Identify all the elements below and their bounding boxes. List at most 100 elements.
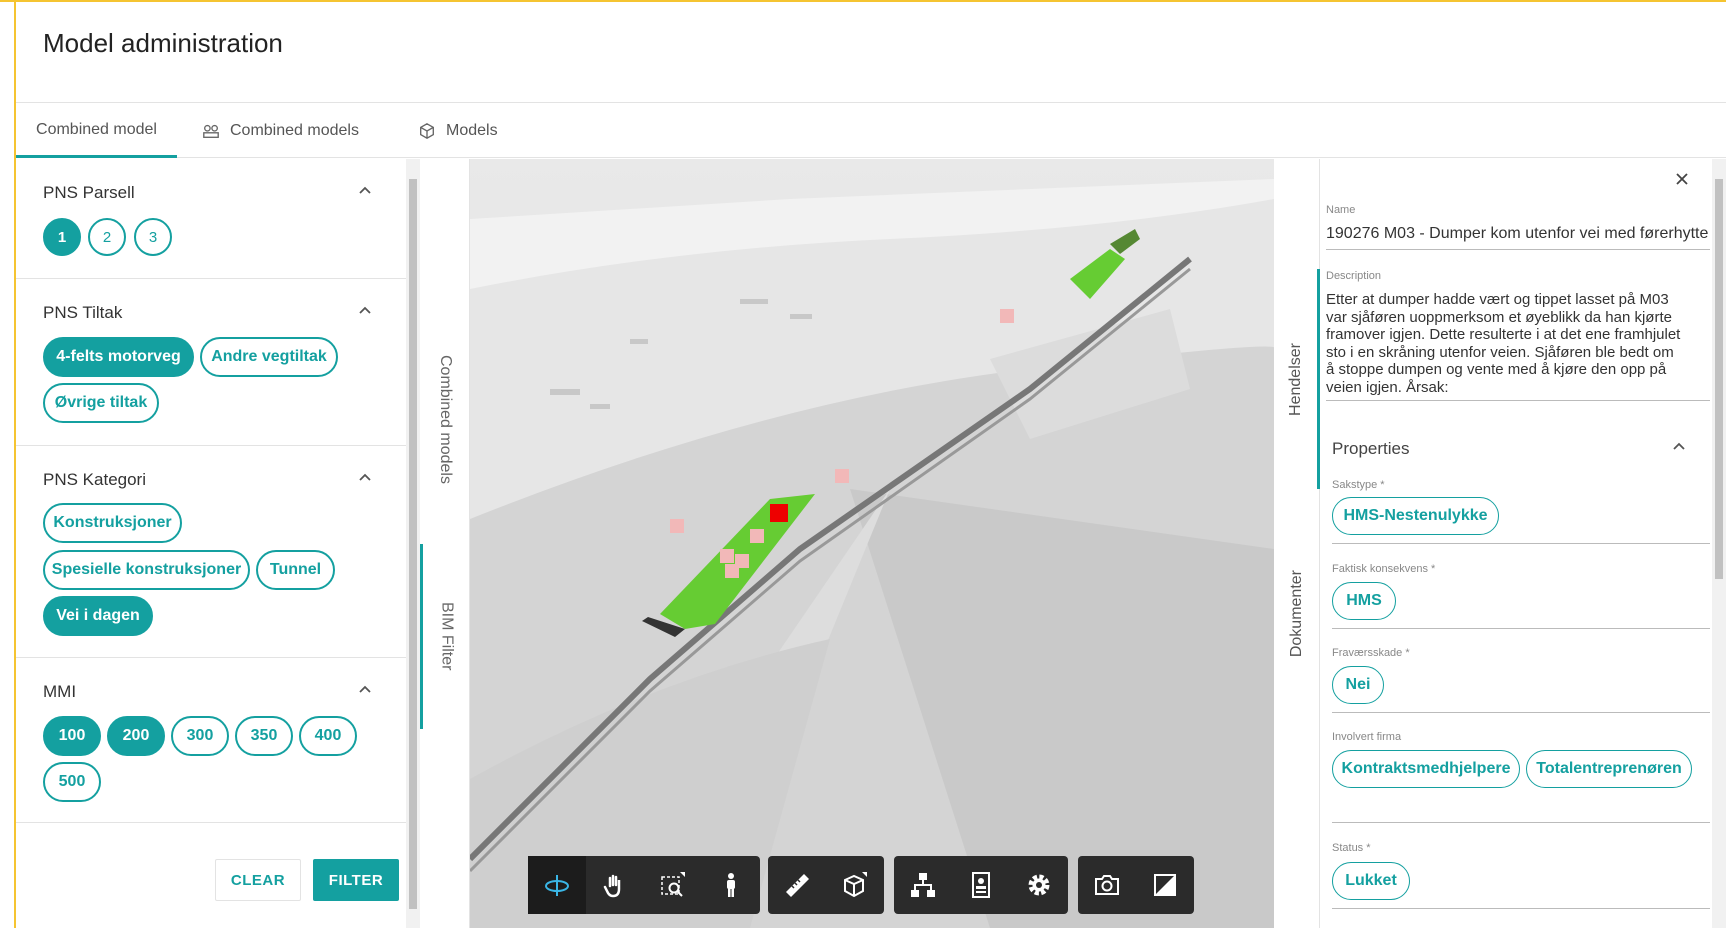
settings-tool[interactable] (1010, 856, 1068, 914)
filter-button[interactable]: FILTER (313, 859, 399, 901)
tab-label: Combined models (230, 122, 359, 139)
group-icon (203, 124, 219, 138)
walk-tool[interactable] (702, 856, 760, 914)
chevron-up-icon[interactable] (358, 183, 372, 197)
zoom-window-icon (661, 872, 685, 897)
tiltak-option-andre[interactable]: Andre vegtiltak (200, 337, 338, 377)
kategori-option-tunnel[interactable]: Tunnel (256, 550, 335, 590)
properties-tool[interactable] (952, 856, 1010, 914)
sakstype-label: Sakstype * (1332, 479, 1385, 491)
filter-panel: PNS Parsell 1 2 3 PNS Tiltak 4-felts mot… (16, 159, 406, 928)
close-icon[interactable] (1672, 169, 1692, 189)
fravaer-chip[interactable]: Nei (1332, 666, 1384, 704)
orbit-tool[interactable] (528, 856, 586, 914)
chevron-up-icon[interactable] (1672, 439, 1686, 453)
divider (1326, 400, 1710, 401)
model-viewer[interactable] (470, 159, 1274, 928)
fullscreen-tool[interactable] (1136, 856, 1194, 914)
filter-scrollbar[interactable] (406, 159, 420, 928)
tiltak-option-ovrige[interactable]: Øvrige tiltak (43, 383, 159, 423)
walk-icon (727, 873, 735, 897)
divider (1332, 822, 1710, 823)
scrollbar-thumb[interactable] (1715, 179, 1723, 579)
divider (1332, 628, 1710, 629)
zoom-window-tool[interactable] (644, 856, 702, 914)
filter-section-tiltak: PNS Tiltak 4-felts motorveg Andre vegtil… (16, 279, 406, 446)
camera-tool[interactable] (1078, 856, 1136, 914)
konsekvens-label: Faktisk konsekvens * (1332, 563, 1436, 575)
terrain-render[interactable] (470, 159, 1274, 928)
mmi-option-100[interactable]: 100 (43, 716, 101, 756)
section-title: PNS Kategori (43, 470, 146, 489)
konsekvens-chip[interactable]: HMS (1332, 582, 1396, 620)
section-title: PNS Parsell (43, 183, 135, 202)
divider (1332, 908, 1710, 909)
parsell-option-3[interactable]: 3 (134, 218, 172, 256)
firma-chip[interactable]: Kontraktsmedhjelpere (1332, 750, 1520, 788)
name-field[interactable]: 190276 M03 - Dumper kom utenfor vei med … (1326, 225, 1708, 243)
pan-tool[interactable] (586, 856, 644, 914)
scrollbar-thumb[interactable] (409, 179, 417, 909)
description-label: Description (1326, 270, 1382, 282)
description-field[interactable]: Etter at dumper hadde vært og tippet las… (1326, 291, 1710, 396)
section-box-tool[interactable] (826, 856, 884, 914)
toolbar-model (894, 856, 1068, 914)
fravaer-label: Fraværsskade * (1332, 647, 1410, 659)
description-line: å stoppe dumpen og vente med å kjøre den… (1326, 361, 1667, 378)
section-title: MMI (43, 682, 77, 701)
right-tab-dokumenter[interactable]: Dokumenter (1274, 499, 1320, 729)
section-title: PNS Tiltak (43, 303, 123, 322)
tab-label: Combined model (36, 120, 157, 138)
chevron-up-icon[interactable] (358, 682, 372, 696)
camera-icon (1095, 875, 1119, 895)
mmi-option-350[interactable]: 350 (235, 716, 293, 756)
sakstype-chip[interactable]: HMS-Nestenulykke (1332, 497, 1499, 535)
firma-chip[interactable]: Totalentreprenøren (1526, 750, 1692, 788)
status-chip[interactable]: Lukket (1332, 862, 1410, 900)
status-label: Status * (1332, 842, 1371, 854)
page-header: Model administration (16, 2, 1726, 103)
right-tab-hendelser[interactable]: Hendelser (1274, 269, 1320, 489)
fullscreen-icon (1154, 874, 1176, 896)
model-tree-tool[interactable] (894, 856, 952, 914)
tab-combined-models[interactable]: Combined models (202, 104, 359, 158)
pan-icon (603, 874, 621, 898)
toolbar-navigation (528, 856, 760, 914)
side-tab-bim-filter[interactable]: BIM Filter (420, 544, 470, 729)
kategori-option-spesielle[interactable]: Spesielle konstruksjoner (43, 550, 250, 590)
tiltak-option-motorveg[interactable]: 4-felts motorveg (43, 337, 194, 377)
right-tab-label: Hendelser (1286, 342, 1304, 416)
tab-models[interactable]: Models (418, 104, 498, 158)
details-scrollbar[interactable] (1712, 159, 1726, 928)
chevron-up-icon[interactable] (358, 470, 372, 484)
side-tab-label: Combined models (437, 354, 454, 484)
parsell-option-1[interactable]: 1 (43, 218, 81, 256)
mmi-option-500[interactable]: 500 (43, 762, 101, 802)
cube-icon (420, 123, 434, 139)
filter-section-mmi: MMI 100 200 300 350 400 500 (16, 658, 406, 823)
clear-button[interactable]: CLEAR (215, 859, 301, 901)
divider (1326, 249, 1710, 250)
side-tab-strip: Combined models BIM Filter (420, 159, 470, 928)
kategori-option-konstruksjoner[interactable]: Konstruksjoner (43, 503, 182, 543)
filter-section-kategori: PNS Kategori Konstruksjoner Spesielle ko… (16, 446, 406, 658)
tab-label: Models (446, 122, 498, 139)
divider (1332, 543, 1710, 544)
tab-combined-model[interactable]: Combined model (16, 104, 177, 158)
side-tab-combined-models[interactable]: Combined models (420, 299, 470, 539)
measure-tool[interactable] (768, 856, 826, 914)
model-tree-icon (911, 873, 935, 897)
chevron-up-icon[interactable] (358, 303, 372, 317)
mmi-option-200[interactable]: 200 (107, 716, 165, 756)
description-line: Etter at dumper hadde vært og tippet las… (1326, 291, 1669, 308)
mmi-option-400[interactable]: 400 (299, 716, 357, 756)
filter-section-parsell: PNS Parsell 1 2 3 (16, 159, 406, 279)
name-label: Name (1326, 204, 1356, 216)
page-title: Model administration (43, 28, 283, 58)
parsell-option-2[interactable]: 2 (88, 218, 126, 256)
mmi-option-300[interactable]: 300 (171, 716, 229, 756)
description-line: framover igjen. Dette resulterte i at de… (1326, 326, 1681, 343)
description-line: veien igjen. Årsak: (1326, 378, 1449, 396)
toolbar-measure (768, 856, 884, 914)
kategori-option-vei[interactable]: Vei i dagen (43, 596, 153, 636)
